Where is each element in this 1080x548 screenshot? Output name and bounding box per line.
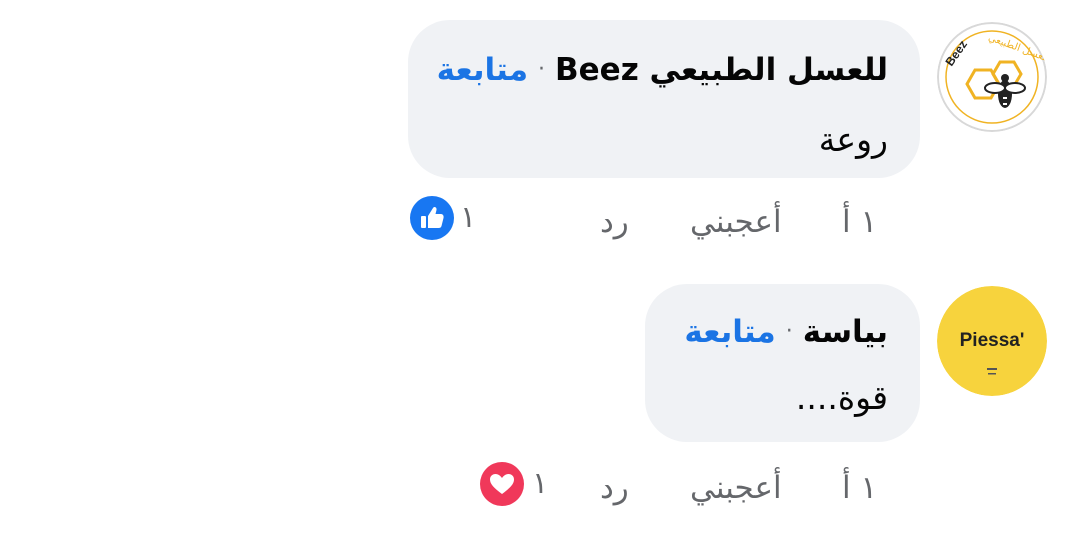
piessa-logo: Piessa' — [937, 286, 1047, 396]
beez-logo: Beez للعسل الطبيعي — [937, 22, 1047, 132]
comment-text: قوة.... — [795, 378, 888, 417]
comment-header: للعسل الطبيعي Beez · متابعة — [437, 50, 888, 90]
comment-time[interactable]: ١ أ — [842, 468, 877, 508]
author-name[interactable]: للعسل الطبيعي Beez — [555, 52, 888, 88]
comment-bubble: للعسل الطبيعي Beez · متابعة روعة — [408, 20, 920, 178]
svg-text:Piessa': Piessa' — [960, 330, 1025, 351]
comment: Beez للعسل الطبيعي للعسل الطبيعي Beez · مت… — [0, 0, 1080, 260]
separator-dot: · — [785, 319, 793, 344]
love-icon[interactable] — [480, 462, 524, 506]
comment-time[interactable]: ١ أ — [842, 202, 877, 242]
author-name[interactable]: بياسة — [803, 314, 888, 350]
like-button[interactable]: أعجبني — [690, 202, 782, 242]
comment-text: روعة — [818, 120, 888, 159]
separator-dot: · — [538, 57, 546, 82]
avatar[interactable]: Piessa' — [937, 286, 1047, 396]
reaction-count[interactable]: ١ — [460, 198, 476, 238]
comment-header: بياسة · متابعة — [684, 312, 888, 352]
like-icon[interactable] — [410, 196, 454, 240]
follow-link[interactable]: متابعة — [684, 314, 775, 350]
follow-link[interactable]: متابعة — [437, 52, 528, 88]
reply-button[interactable]: رد — [600, 468, 629, 508]
reply-button[interactable]: رد — [600, 202, 629, 242]
comment: Piessa' بياسة·متابعة قوة.... ١ أ أعجبني … — [0, 270, 1080, 540]
like-button[interactable]: أعجبني — [690, 468, 782, 508]
reaction-count[interactable]: ١ — [532, 464, 548, 504]
comment-bubble: بياسة · متابعة قوة.... — [645, 284, 920, 442]
avatar[interactable]: Beez للعسل الطبيعي — [937, 22, 1047, 132]
